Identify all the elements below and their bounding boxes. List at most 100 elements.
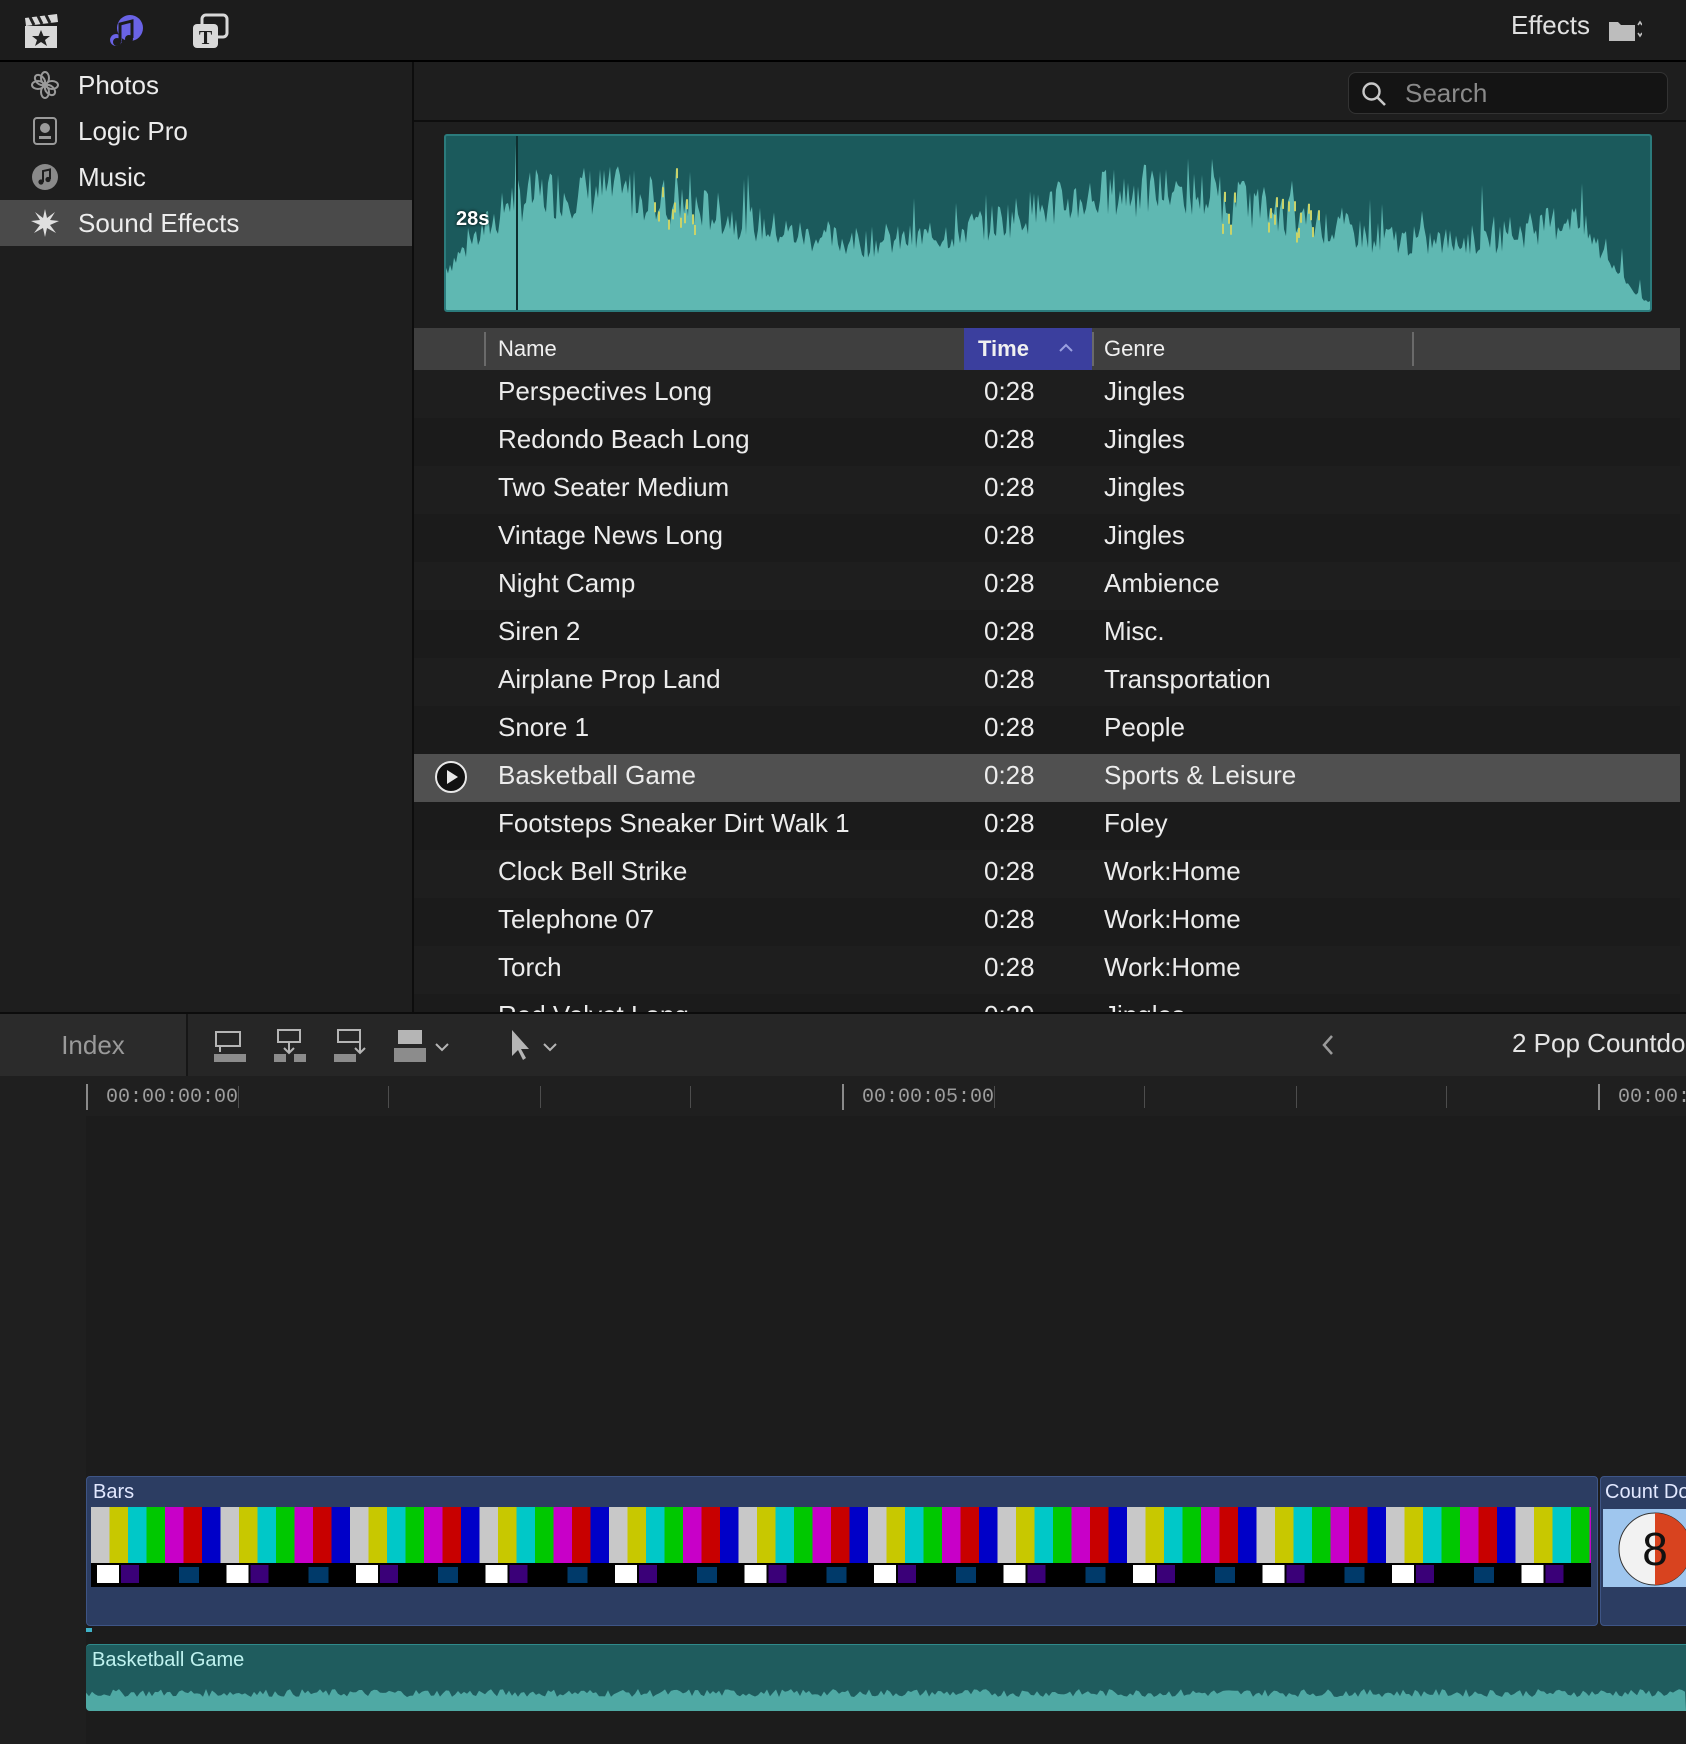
insert-clip-icon[interactable] (270, 1026, 310, 1066)
name-cell: Basketball Game (498, 760, 696, 790)
chevron-down-icon[interactable] (432, 1026, 452, 1066)
genre-cell: Ambience (1104, 568, 1220, 598)
table-row[interactable]: Footsteps Sneaker Dirt Walk 1 0:28 Foley (414, 802, 1680, 850)
table-row[interactable]: Basketball Game 0:28 Sports & Leisure (414, 754, 1680, 802)
ruler-tick (238, 1086, 239, 1108)
ruler-tick (994, 1086, 995, 1108)
titles-icon[interactable]: T (190, 12, 230, 52)
sidebar-item-music[interactable]: Music (0, 154, 412, 200)
name-cell: Red Velvet Long (498, 1000, 689, 1012)
column-header-time[interactable]: Time (964, 328, 1092, 370)
ruler-tick (388, 1086, 389, 1108)
video-clip-bars[interactable]: Bars (86, 1476, 1598, 1626)
sound-list: Perspectives Long 0:28 Jingles Redondo Beac… (414, 370, 1680, 1012)
back-chevron-icon[interactable] (1316, 1030, 1340, 1060)
music-photo-icon[interactable] (106, 12, 146, 52)
effects-label[interactable]: Effects (1511, 10, 1590, 41)
duration-badge: 28s (456, 208, 490, 230)
time-cell: 0:28 (984, 904, 1035, 934)
name-cell: Perspectives Long (498, 376, 712, 406)
table-row[interactable]: Redondo Beach Long 0:28 Jingles (414, 418, 1680, 466)
ruler-tick (540, 1086, 541, 1108)
name-cell: Footsteps Sneaker Dirt Walk 1 (498, 808, 850, 838)
name-cell: Torch (498, 952, 562, 982)
countdown-thumbnail: 8 (1603, 1509, 1686, 1587)
time-cell: 0:28 (984, 664, 1035, 694)
name-cell: Two Seater Medium (498, 472, 730, 502)
column-header-name[interactable]: Name (498, 328, 557, 370)
time-cell: 0:28 (984, 760, 1035, 790)
play-icon[interactable] (434, 760, 468, 794)
table-row[interactable]: Red Velvet Long 0:29 Jingles (414, 994, 1680, 1012)
table-row[interactable]: Night Camp 0:28 Ambience (414, 562, 1680, 610)
select-tool-arrow-icon[interactable] (504, 1026, 544, 1066)
name-cell: Vintage News Long (498, 520, 724, 550)
ruler-tick (1144, 1086, 1145, 1108)
table-row[interactable]: Two Seater Medium 0:28 Jingles (414, 466, 1680, 514)
search-input[interactable] (1403, 77, 1657, 109)
genre-cell: Sports & Leisure (1104, 760, 1297, 790)
timecode-label: 00:00:05:00 (862, 1086, 995, 1109)
search-icon (1362, 82, 1386, 106)
overwrite-clip-icon[interactable] (390, 1026, 430, 1066)
time-cell: 0:28 (984, 472, 1035, 502)
name-cell: Telephone 07 (498, 904, 655, 934)
name-cell: Redondo Beach Long (498, 424, 750, 454)
ruler-major-tick (86, 1084, 88, 1110)
sidebar-item-sound-effects[interactable]: Sound Effects (0, 200, 412, 246)
table-row[interactable]: Perspectives Long 0:28 Jingles (414, 370, 1680, 418)
table-row[interactable]: Telephone 07 0:28 Work:Home (414, 898, 1680, 946)
table-row[interactable]: Airplane Prop Land 0:28 Transportation (414, 658, 1680, 706)
index-button[interactable]: Index (0, 1014, 188, 1076)
table-row[interactable]: Snore 1 0:28 People (414, 706, 1680, 754)
audio-clip-basketball-game[interactable]: Basketball Game (86, 1644, 1686, 1711)
project-name[interactable]: 2 Pop Countdo (1512, 1028, 1685, 1059)
append-clip-icon[interactable] (330, 1026, 370, 1066)
column-separator (1412, 332, 1414, 366)
ruler-tick (1296, 1086, 1297, 1108)
timecode-label: 00:00:00:00 (106, 1086, 239, 1109)
column-header-time-label: Time (978, 336, 1029, 361)
sidebar-item-label: Photos (78, 70, 159, 100)
name-cell: Siren 2 (498, 616, 581, 646)
sidebar-item-logic-pro[interactable]: Logic Pro (0, 108, 412, 154)
table-row[interactable]: Vintage News Long 0:28 Jingles (414, 514, 1680, 562)
chevron-down-icon[interactable] (540, 1026, 560, 1066)
genre-cell: Jingles (1104, 472, 1185, 502)
search-field[interactable] (1348, 72, 1668, 114)
preview-playhead[interactable] (516, 136, 518, 310)
name-cell: Snore 1 (498, 712, 590, 742)
sidebar-item-photos[interactable]: Photos (0, 62, 412, 108)
clapper-star-icon[interactable] (22, 12, 62, 52)
timeline-gutter (0, 1116, 86, 1744)
genre-cell: Jingles (1104, 424, 1185, 454)
svg-text:T: T (199, 27, 213, 49)
time-cell: 0:28 (984, 712, 1035, 742)
connect-clip-icon[interactable] (210, 1026, 250, 1066)
table-header: Name Time Genre (414, 328, 1680, 370)
genre-cell: Work:Home (1104, 856, 1241, 886)
time-cell: 0:28 (984, 616, 1035, 646)
logic-pro-icon (33, 117, 57, 145)
column-header-genre[interactable]: Genre (1104, 328, 1165, 370)
time-cell: 0:29 (984, 1000, 1035, 1012)
sidebar-item-label: Logic Pro (78, 116, 188, 146)
timeline[interactable]: 00:00:00:00 00:00:05:00 00:00: Bars Coun… (0, 1076, 1686, 1744)
timecode-ruler[interactable]: 00:00:00:00 00:00:05:00 00:00: (86, 1076, 1686, 1116)
sidebar-item-label: Music (78, 162, 146, 192)
sort-ascending-icon (1059, 343, 1073, 352)
countdown-number: 8 (1642, 1523, 1668, 1575)
sidebar-item-label: Sound Effects (78, 208, 240, 238)
table-row[interactable]: Torch 0:28 Work:Home (414, 946, 1680, 994)
table-row[interactable]: Siren 2 0:28 Misc. (414, 610, 1680, 658)
time-cell: 0:28 (984, 424, 1035, 454)
table-row[interactable]: Clock Bell Strike 0:28 Work:Home (414, 850, 1680, 898)
time-cell: 0:28 (984, 952, 1035, 982)
color-bars-filmstrip (91, 1507, 1591, 1587)
audio-preview-waveform[interactable]: 28s (444, 134, 1652, 312)
clip-marker (86, 1628, 92, 1632)
time-cell: 0:28 (984, 376, 1035, 406)
folder-icon[interactable] (1608, 16, 1642, 44)
column-separator (484, 332, 486, 366)
video-clip-countdown[interactable]: Count Do 8 (1600, 1476, 1686, 1626)
